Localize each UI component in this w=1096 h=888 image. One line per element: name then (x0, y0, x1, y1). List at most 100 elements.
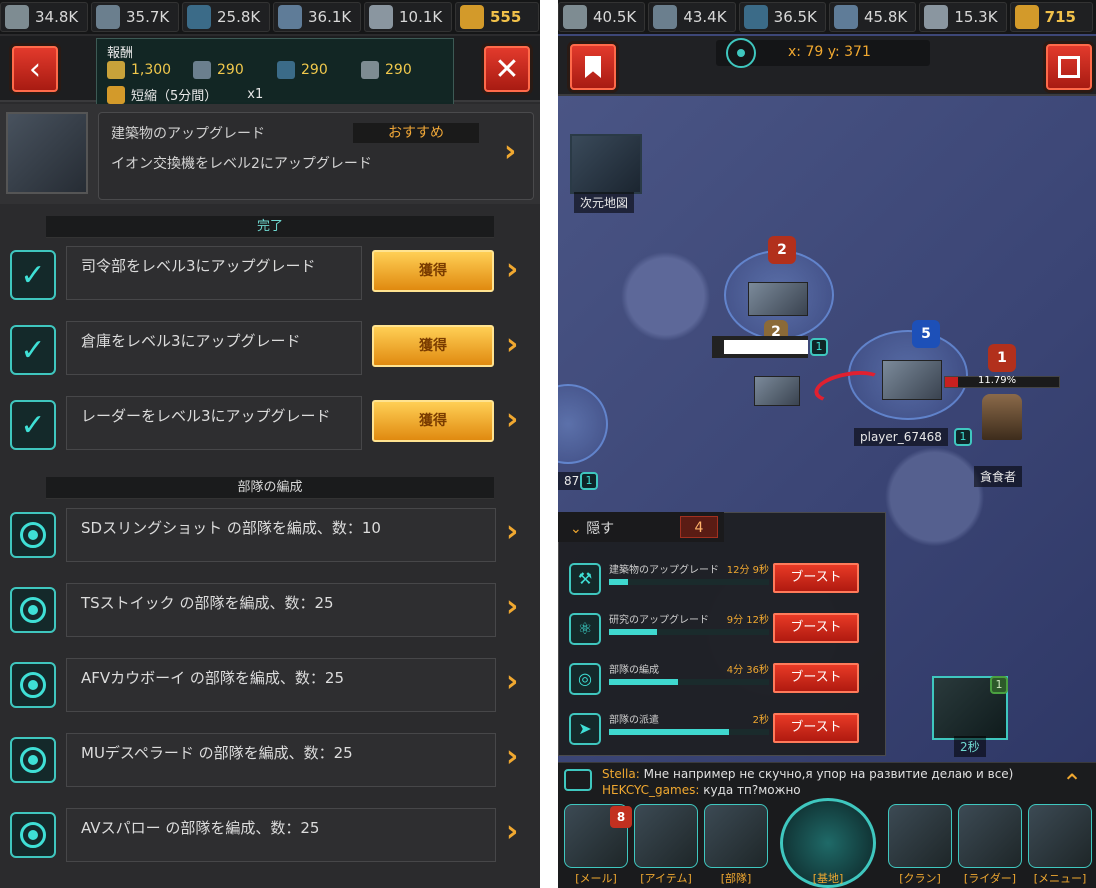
troop-quest-row[interactable]: AFVカウボーイ の部隊を編成、数：25 › (0, 658, 540, 722)
queue-progress-fill (609, 629, 657, 635)
enemy-mech[interactable] (982, 394, 1022, 440)
quest-box: MUデスペラード の部隊を編成、数：25 (66, 733, 496, 787)
chevron-right-icon[interactable]: › (506, 739, 518, 774)
resource-fuel[interactable]: 43.4K (648, 2, 736, 32)
hourglass-icon (107, 85, 125, 104)
base-building[interactable] (748, 282, 808, 316)
chat-icon[interactable] (564, 769, 592, 791)
queue-count-badge: 4 (680, 516, 718, 538)
gold-bars-icon (460, 5, 484, 29)
base-level-badge: 1 (810, 338, 828, 356)
player-base[interactable] (882, 360, 942, 400)
boost-button[interactable]: ブースト (773, 563, 859, 593)
claim-button[interactable]: 獲得 (372, 400, 494, 442)
chevron-up-icon[interactable]: ⌃ (1062, 769, 1082, 797)
bookmark-icon (585, 56, 601, 78)
claim-button[interactable]: 獲得 (372, 325, 494, 367)
chevron-right-icon[interactable]: › (506, 402, 518, 437)
ore-icon (924, 5, 949, 29)
chevron-right-icon[interactable]: › (506, 664, 518, 699)
reward-item: 290 (361, 61, 412, 79)
troop-quest-row[interactable]: MUデスペラード の部隊を編成、数：25 › (0, 733, 540, 797)
claim-button[interactable]: 獲得 (372, 250, 494, 292)
done-quest-row: ✓ 倉庫をレベル3にアップグレード 獲得 › (0, 321, 540, 385)
chevron-right-icon[interactable]: › (506, 327, 518, 362)
dock-label-radar: [ライダー] (963, 872, 1017, 885)
missile-icon (563, 5, 587, 29)
fullscreen-button[interactable] (1046, 44, 1092, 90)
quest-screen: 34.8K 35.7K 25.8K 36.1K 10.1K 555 ‹ ✕ 報酬… (0, 0, 540, 888)
resource-canister[interactable]: 36.1K (273, 2, 361, 32)
canister-icon (278, 5, 302, 29)
dimension-map-label: 次元地図 (574, 192, 635, 213)
bookmark-button[interactable] (570, 44, 616, 90)
queue-row: ⚒ 建築物のアップグレード 12分 9秒 ブースト (569, 559, 865, 599)
boost-button[interactable]: ブースト (773, 613, 859, 643)
queue-toggle[interactable]: ⌄ 隠す 4 (558, 512, 724, 542)
marker-red: 1 (988, 344, 1016, 372)
chevron-left-icon: ‹ (29, 51, 41, 87)
chevron-right-icon[interactable]: › (506, 589, 518, 624)
recommended-badge: おすすめ (353, 123, 479, 143)
reward-item: 290 (193, 61, 244, 79)
items-icon[interactable] (634, 804, 698, 868)
resource-gold[interactable]: 555 (455, 2, 539, 32)
resource-bar: 34.8K 35.7K 25.8K 36.1K 10.1K 555 (0, 0, 540, 34)
clan-icon[interactable] (888, 804, 952, 868)
checkmark-icon: ✓ (10, 325, 56, 375)
enemy-progress-text: 11.79% (978, 375, 1017, 386)
resource-ore[interactable]: 10.1K (364, 2, 452, 32)
supply-crate-icon (743, 5, 768, 29)
queue-row: ➤ 部隊の派遣 2秒 ブースト (569, 709, 865, 749)
chat-preview[interactable]: Stella: Мне например не скучно,я упор на… (558, 762, 1096, 800)
quest-title: 建築物のアップグレード (111, 126, 265, 142)
troop-quest-row[interactable]: AVスパロー の部隊を編成、数：25 › (0, 808, 540, 872)
boost-button[interactable]: ブースト (773, 713, 859, 743)
troops-icon[interactable] (704, 804, 768, 868)
resource-gold[interactable]: 715 (1009, 2, 1093, 32)
troop-target-icon (10, 662, 56, 708)
radar-icon[interactable] (958, 804, 1022, 868)
checkmark-icon: ✓ (10, 250, 56, 300)
fuel-barrel-icon (96, 5, 120, 29)
chevron-right-icon[interactable]: › (506, 814, 518, 849)
close-button[interactable]: ✕ (484, 46, 530, 92)
reward-item: 1,300 (107, 61, 171, 79)
target-icon: ◎ (569, 663, 601, 695)
troop-quest-row[interactable]: TSストイック の部隊を編成、数：25 › (0, 583, 540, 647)
enemy-name: 貪食者 (974, 466, 1023, 487)
resource-crate[interactable]: 25.8K (182, 2, 270, 32)
troop-quest-row[interactable]: SDスリングショット の部隊を編成、数：10 › (0, 508, 540, 572)
recommended-quest[interactable]: 建築物のアップグレード おすすめ イオン交換機をレベル2にアップグレード › (0, 104, 540, 204)
queue-row: ◎ 部隊の編成 4分 36秒 ブースト (569, 659, 865, 699)
reward-item: 290 (277, 61, 328, 79)
menu-icon[interactable] (1028, 804, 1092, 868)
crosshair-icon[interactable] (726, 38, 756, 68)
tools-icon: ⚒ (569, 563, 601, 595)
resource-bar: 40.5K 43.4K 36.5K 45.8K 15.3K 715 (558, 0, 1096, 34)
resource-crate[interactable]: 36.5K (738, 2, 826, 32)
chevron-right-icon[interactable]: › (504, 134, 516, 169)
resource-canister[interactable]: 45.8K (828, 2, 917, 32)
reward-tooltip: 報酬 1,300 290 290 290 短縮（5分間） x1 (96, 38, 454, 110)
ore-icon (369, 5, 393, 29)
resource-missile[interactable]: 40.5K (558, 2, 646, 32)
chat-line: HEKCYC_games: куда тп?можно (602, 783, 801, 797)
player-name: player_67468 (854, 428, 948, 446)
resource-ore[interactable]: 15.3K (919, 2, 1007, 32)
resource-missile[interactable]: 34.8K (0, 2, 88, 32)
dimension-map-building[interactable] (570, 134, 642, 194)
section-done-header: 完了 (46, 216, 494, 238)
boost-button[interactable]: ブースト (773, 663, 859, 693)
dock-label-troops: [部隊] (720, 872, 752, 885)
troop-target-icon (10, 737, 56, 783)
chevron-right-icon[interactable]: › (506, 252, 518, 287)
neutral-building[interactable] (754, 376, 800, 406)
resource-fuel[interactable]: 35.7K (91, 2, 179, 32)
chat-line: Stella: Мне например не скучно,я упор на… (602, 767, 1014, 781)
quest-card: 建築物のアップグレード おすすめ イオン交換機をレベル2にアップグレード (98, 112, 534, 200)
quest-box: AFVカウボーイ の部隊を編成、数：25 (66, 658, 496, 712)
back-button[interactable]: ‹ (12, 46, 58, 92)
player-level-badge: 1 (954, 428, 972, 446)
chevron-right-icon[interactable]: › (506, 514, 518, 549)
